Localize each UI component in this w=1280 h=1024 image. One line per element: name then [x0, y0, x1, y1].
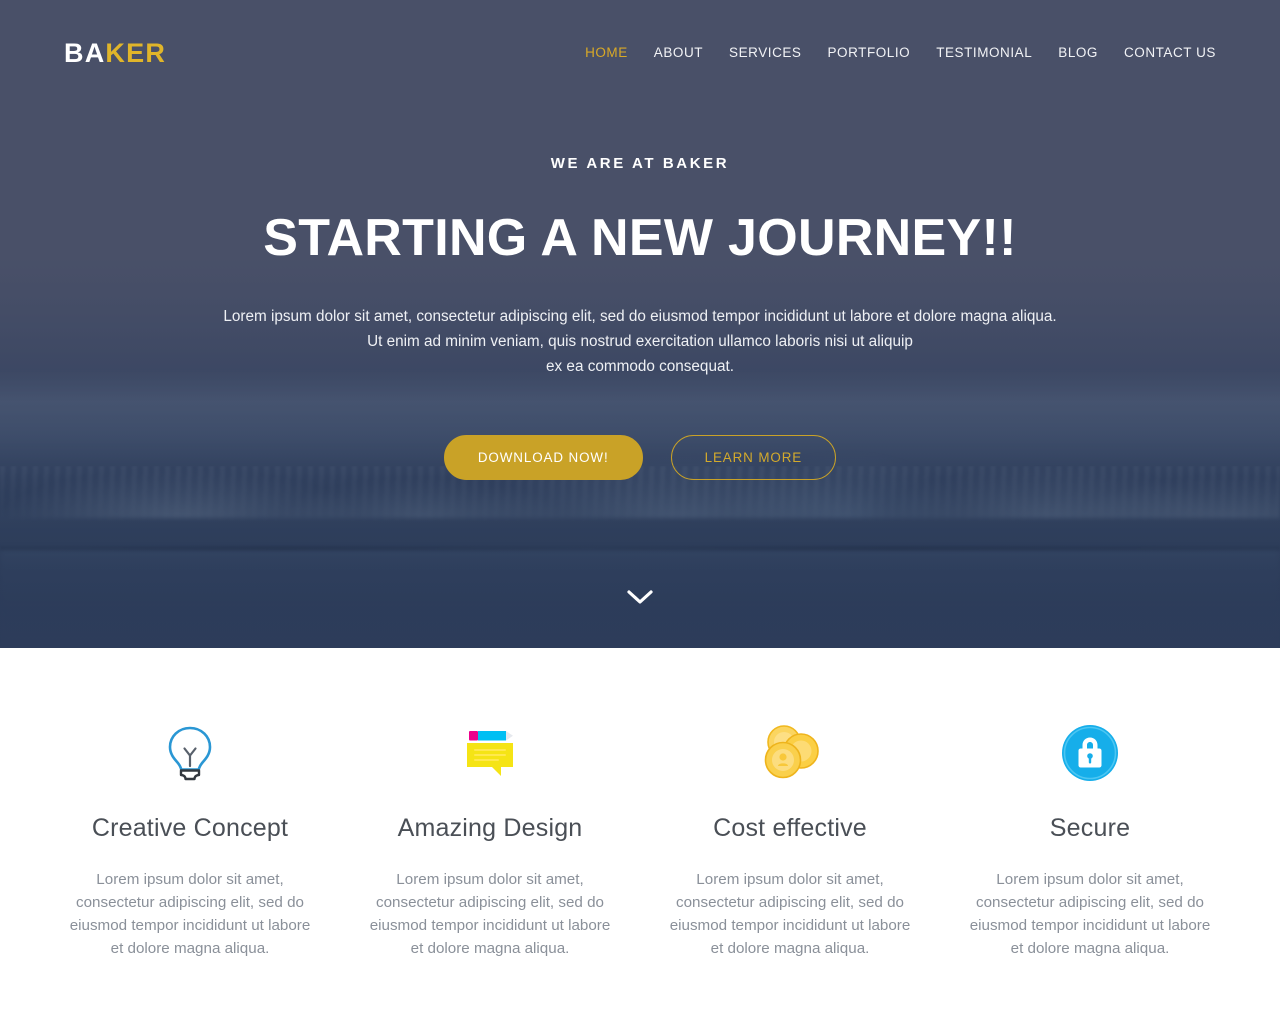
- chevron-down-icon: [627, 590, 653, 604]
- nav-link-portfolio[interactable]: PORTFOLIO: [827, 45, 910, 60]
- nav-item-portfolio: PORTFOLIO: [827, 44, 910, 62]
- lightbulb-icon: [168, 726, 212, 781]
- main-navbar: BAKER HOME ABOUT SERVICES PORTFOLIO TEST…: [0, 0, 1280, 106]
- hero-cta-group: DOWNLOAD NOW! LEARN MORE: [0, 435, 1280, 481]
- feature-description: Lorem ipsum dolor sit amet, consectetur …: [69, 871, 311, 957]
- feature-description: Lorem ipsum dolor sit amet, consectetur …: [369, 871, 611, 957]
- scroll-down-button[interactable]: [0, 588, 1280, 606]
- hero-title: STARTING A NEW JOURNEY!!: [263, 209, 1017, 267]
- feature-description: Lorem ipsum dolor sit amet, consectetur …: [969, 871, 1211, 957]
- nav-link-blog[interactable]: BLOG: [1058, 45, 1098, 60]
- learn-more-button[interactable]: LEARN MORE: [670, 435, 837, 481]
- feature-card: Amazing Design Lorem ipsum dolor sit ame…: [340, 710, 640, 1024]
- feature-icon-wrapper: [662, 710, 918, 796]
- feature-title: Creative Concept: [91, 814, 289, 842]
- feature-title: Secure: [1049, 814, 1131, 842]
- nav-item-blog: BLOG: [1058, 44, 1098, 62]
- nav-menu: HOME ABOUT SERVICES PORTFOLIO TESTIMONIA…: [585, 44, 1216, 62]
- feature-card: Creative Concept Lorem ipsum dolor sit a…: [40, 710, 340, 1024]
- hero-paragraph: Lorem ipsum dolor sit amet, consectetur …: [165, 304, 1115, 379]
- hero-paragraph-line-1: Lorem ipsum dolor sit amet, consectetur …: [223, 308, 1057, 326]
- nav-link-home[interactable]: HOME: [585, 45, 628, 60]
- download-now-button[interactable]: DOWNLOAD NOW!: [443, 435, 643, 481]
- nav-link-testimonial[interactable]: TESTIMONIAL: [936, 45, 1032, 60]
- feature-card: Secure Lorem ipsum dolor sit amet, conse…: [940, 710, 1240, 1024]
- nav-link-about[interactable]: ABOUT: [654, 45, 703, 60]
- nav-link-contact-us[interactable]: CONTACT US: [1124, 45, 1216, 60]
- feature-title: Cost effective: [713, 814, 867, 842]
- note-pencil-icon: [467, 731, 513, 776]
- nav-item-testimonial: TESTIMONIAL: [936, 44, 1032, 62]
- feature-title: Amazing Design: [397, 814, 583, 842]
- hero-eyebrow: WE ARE AT BAKER: [550, 155, 730, 172]
- lock-circle-icon: [1062, 725, 1118, 781]
- hero-paragraph-line-3: ex ea commodo consequat.: [546, 358, 734, 376]
- nav-item-home: HOME: [585, 44, 628, 62]
- feature-icon-wrapper: [62, 710, 318, 796]
- feature-icon-wrapper: [962, 710, 1218, 796]
- features-section: Creative Concept Lorem ipsum dolor sit a…: [0, 648, 1280, 1024]
- nav-link-services[interactable]: SERVICES: [729, 45, 801, 60]
- hero-section: BAKER HOME ABOUT SERVICES PORTFOLIO TEST…: [0, 0, 1280, 648]
- feature-icon-wrapper: [362, 710, 618, 796]
- nav-item-contact-us: CONTACT US: [1124, 44, 1216, 62]
- hero-paragraph-line-2: Ut enim ad minim veniam, quis nostrud ex…: [367, 333, 913, 351]
- logo-text-accent: KER: [105, 37, 167, 68]
- feature-description: Lorem ipsum dolor sit amet, consectetur …: [669, 871, 911, 957]
- coins-icon: [764, 725, 819, 779]
- nav-item-about: ABOUT: [654, 44, 703, 62]
- logo-text-primary: BA: [64, 37, 106, 68]
- site-logo[interactable]: BAKER: [64, 37, 167, 68]
- feature-card: Cost effective Lorem ipsum dolor sit ame…: [640, 710, 940, 1024]
- nav-item-services: SERVICES: [729, 44, 801, 62]
